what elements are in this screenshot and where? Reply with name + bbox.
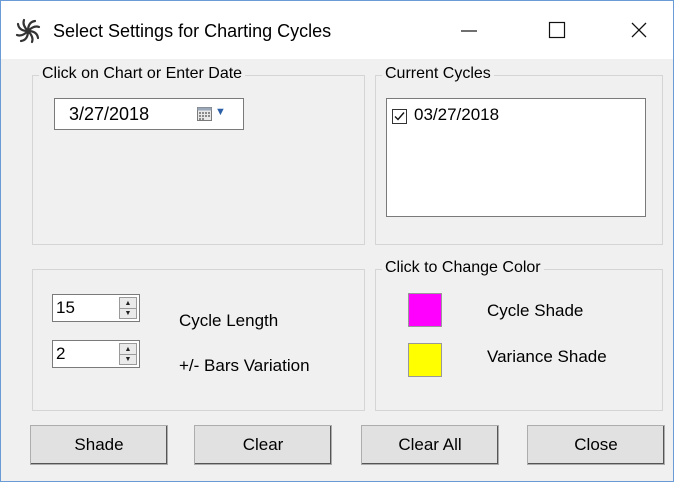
chevron-down-icon[interactable]: ▼ [215,106,226,118]
variance-shade-swatch[interactable] [408,343,442,377]
settings-dialog: Select Settings for Charting Cycles Clic… [0,0,674,482]
close-icon [631,22,647,38]
cycle-length-value[interactable]: 15 [56,298,75,318]
date-value: 3/27/2018 [69,104,150,124]
cycle-length-stepper[interactable]: 15 ▲ ▼ [52,294,140,322]
cycles-group-label: Current Cycles [382,65,494,83]
color-group-label: Click to Change Color [382,259,544,277]
window-title: Select Settings for Charting Cycles [53,21,332,41]
cycle-item-label[interactable]: 03/27/2018 [414,105,499,125]
clear-button[interactable]: Clear [194,425,332,465]
bars-variation-label: +/- Bars Variation [179,356,310,375]
spin-down-icon[interactable]: ▼ [120,354,136,364]
cycles-list[interactable]: 03/27/2018 [386,98,646,217]
shade-button[interactable]: Shade [30,425,168,465]
clear-all-button[interactable]: Clear All [361,425,499,465]
title-bar[interactable]: Select Settings for Charting Cycles [1,1,673,59]
close-window-button[interactable] [611,1,667,59]
cycle-shade-swatch[interactable] [408,293,442,327]
color-group: Click to Change Color [375,259,663,411]
date-group-label: Click on Chart or Enter Date [39,65,246,83]
close-button[interactable]: Close [527,425,665,465]
bars-variation-value[interactable]: 2 [56,344,65,364]
date-picker[interactable]: 3/27/2018 ▼ [54,98,244,130]
minimize-button[interactable] [441,1,497,59]
spin-down-icon[interactable]: ▼ [120,308,136,318]
variance-shade-label: Variance Shade [487,347,607,366]
cycle-length-spinner[interactable]: ▲ ▼ [119,297,137,319]
bars-variation-spinner[interactable]: ▲ ▼ [119,343,137,365]
bars-variation-stepper[interactable]: 2 ▲ ▼ [52,340,140,368]
cycle-length-label: Cycle Length [179,311,279,330]
minimize-icon [461,30,477,32]
swirl-app-icon [15,18,41,44]
maximize-button[interactable] [529,1,585,59]
maximize-icon [548,21,566,39]
calendar-icon[interactable] [197,107,212,121]
checkmark-icon [394,112,405,121]
cycle-shade-label: Cycle Shade [487,301,584,320]
cycle-checkbox[interactable] [392,109,407,124]
